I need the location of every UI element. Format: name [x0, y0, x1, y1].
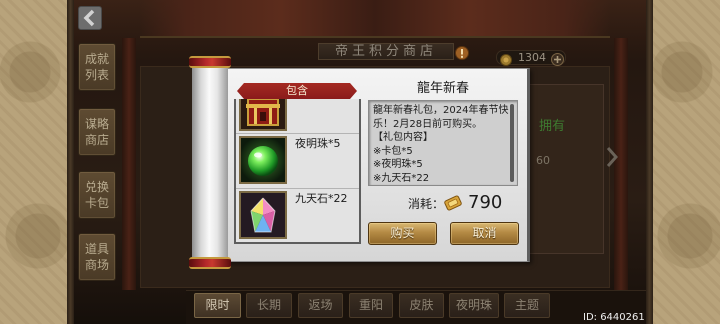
cost-label: 消耗：: [408, 197, 445, 211]
scroll-roller-top-cap: [189, 56, 231, 68]
right-ornate-panel: [652, 0, 720, 324]
back-button[interactable]: [78, 6, 102, 30]
item-count: 60: [536, 154, 550, 167]
description-line: 龍年新春礼包，2024年春节快: [373, 105, 509, 116]
side-tab-strategy-shop[interactable]: 谋略商店: [78, 108, 116, 156]
description-box[interactable]: 龍年新春礼包，2024年春节快 乐！2月28日前可购买。 【礼包内容】 ※卡包*…: [368, 100, 518, 186]
top-ornament: [140, 0, 610, 38]
side-tab-label: 道具商场: [84, 242, 109, 272]
item-name: 夜明珠*5: [295, 137, 341, 150]
tab-return[interactable]: 返场: [298, 293, 343, 318]
tab-themes[interactable]: 主题: [504, 293, 550, 318]
right-panel-border: [646, 0, 653, 324]
left-ornate-panel: [0, 0, 68, 324]
description-line: ※九天石*22: [373, 172, 430, 184]
tab-limited[interactable]: 限时: [194, 293, 241, 318]
contents-header: 包含: [237, 83, 357, 99]
left-panel-border: [67, 0, 74, 324]
game-screen: 拥有 60 帝王积分商店 1304 成就列表 谋略商店 兑换卡包 道具商场 限时…: [0, 0, 720, 324]
side-tab-label: 谋略商店: [84, 117, 109, 147]
coin-icon: [500, 51, 512, 66]
tab-skins[interactable]: 皮肤: [399, 293, 444, 318]
left-pillar: [122, 38, 136, 290]
buy-button[interactable]: 购买: [368, 222, 437, 245]
description-line: 乐！2月28日前可购买。: [373, 118, 483, 130]
side-tab-label: 成就列表: [84, 52, 109, 82]
description-line: ※夜明珠*5: [373, 159, 423, 170]
store-title: 帝王积分商店: [318, 43, 454, 60]
item-name: 九天石*22: [295, 192, 348, 205]
description-scrollbar[interactable]: [510, 104, 514, 182]
owned-label: 拥有: [539, 119, 566, 134]
side-tab-achievements[interactable]: 成就列表: [78, 43, 116, 91]
description-line: 【礼包内容】: [373, 132, 433, 143]
plus-icon[interactable]: [551, 51, 564, 66]
alert-icon[interactable]: [455, 45, 469, 60]
scroll-roller-bottom-cap: [189, 257, 231, 269]
cost-value: 790: [468, 192, 503, 213]
scroll-roller: [192, 64, 228, 260]
contents-list[interactable]: 夜明珠*5 九天石*22: [234, 99, 361, 244]
shop-item-tile[interactable]: [526, 84, 604, 254]
description-line: ※卡包*5: [373, 145, 413, 157]
side-tab-exchange-packs[interactable]: 兑换卡包: [78, 171, 116, 219]
tab-long-term[interactable]: 长期: [246, 293, 292, 318]
cancel-button[interactable]: 取消: [450, 222, 519, 245]
side-tab-label: 兑换卡包: [84, 180, 109, 210]
dialog-title: 龍年新春: [416, 81, 469, 96]
pearl-icon[interactable]: [239, 136, 287, 184]
row-divider: [236, 188, 359, 189]
right-arrow-icon[interactable]: [606, 146, 619, 168]
back-chevron-icon: [83, 9, 95, 27]
user-id: ID: 6440261: [583, 312, 645, 323]
points-value: 1304: [518, 51, 546, 64]
row-divider: [236, 133, 359, 134]
currency-icon: [444, 194, 462, 212]
card-pack-icon[interactable]: [239, 99, 287, 131]
crystal-icon[interactable]: [239, 191, 287, 239]
tab-pearl[interactable]: 夜明珠: [449, 293, 499, 318]
side-tab-item-mall[interactable]: 道具商场: [78, 233, 116, 281]
tab-double-ninth[interactable]: 重阳: [349, 293, 393, 318]
